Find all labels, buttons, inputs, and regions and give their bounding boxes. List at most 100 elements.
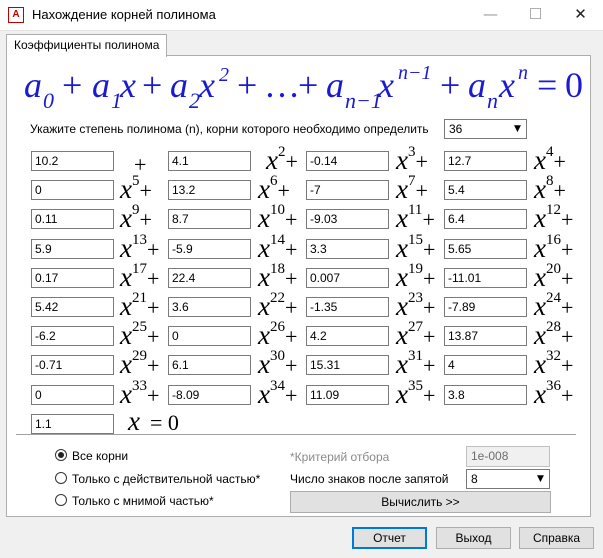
- coefficient-input[interactable]: [31, 355, 114, 375]
- coefficient-input[interactable]: [306, 180, 389, 200]
- window-title: Нахождение корней полинома: [32, 7, 216, 22]
- tab-coefficients[interactable]: Коэффициенты полинома: [6, 34, 168, 57]
- polynomial-term: x20+: [534, 261, 574, 292]
- polynomial-term: x32+: [534, 348, 574, 379]
- polynomial-term: x23+: [396, 290, 436, 321]
- maximize-button[interactable]: ☐: [513, 0, 558, 30]
- coefficient-input[interactable]: [444, 385, 527, 405]
- help-button[interactable]: Справка: [519, 527, 594, 549]
- polynomial-term: x25+: [120, 319, 160, 350]
- polynomial-term: x24+: [534, 290, 574, 321]
- coefficient-input[interactable]: [31, 209, 114, 229]
- coefficient-input[interactable]: [168, 180, 251, 200]
- polynomial-term: x6+: [258, 173, 290, 204]
- radio-all-roots[interactable]: [55, 449, 67, 461]
- polynomial-term: x30+: [258, 348, 298, 379]
- coefficient-input[interactable]: [306, 385, 389, 405]
- coefficient-input[interactable]: [444, 209, 527, 229]
- coefficient-input[interactable]: [168, 326, 251, 346]
- close-button[interactable]: ✕: [558, 0, 603, 30]
- polynomial-term: x5+: [120, 173, 152, 204]
- coefficient-input[interactable]: [31, 151, 114, 171]
- degree-label: Укажите степень полинома (n), корни кото…: [30, 122, 429, 136]
- polynomial-term: x = 0: [128, 406, 179, 436]
- coefficient-input[interactable]: [168, 239, 251, 259]
- polynomial-term: x36+: [534, 378, 574, 409]
- coefficient-input[interactable]: [306, 151, 389, 171]
- coefficient-input[interactable]: [168, 355, 251, 375]
- polynomial-term: x22+: [258, 290, 298, 321]
- radio-real-part[interactable]: [55, 472, 67, 484]
- dropdown-arrow-icon: ▼: [509, 121, 525, 137]
- polynomial-term: x10+: [258, 202, 298, 233]
- coefficient-input[interactable]: [306, 297, 389, 317]
- coefficient-input[interactable]: [31, 297, 114, 317]
- polynomial-term: x31+: [396, 348, 436, 379]
- polynomial-term: x27+: [396, 319, 436, 350]
- coefficient-input[interactable]: [31, 239, 114, 259]
- coefficient-input[interactable]: [306, 239, 389, 259]
- minimize-button[interactable]: —: [468, 0, 513, 30]
- polynomial-term: x35+: [396, 378, 436, 409]
- coefficient-input[interactable]: [31, 414, 114, 434]
- polynomial-term: x28+: [534, 319, 574, 350]
- polynomial-term: x3+: [396, 144, 428, 175]
- coefficient-input[interactable]: [444, 151, 527, 171]
- precision-label: Число знаков после запятой: [290, 472, 449, 486]
- precision-select[interactable]: 8 ▼: [466, 469, 550, 489]
- degree-select[interactable]: 36 ▼: [444, 119, 527, 139]
- coefficient-input[interactable]: [306, 268, 389, 288]
- dropdown-arrow-icon: ▼: [532, 471, 548, 487]
- coefficient-input[interactable]: [168, 385, 251, 405]
- coefficient-input[interactable]: [444, 268, 527, 288]
- coefficient-input[interactable]: [306, 209, 389, 229]
- coefficient-input[interactable]: [444, 297, 527, 317]
- polynomial-term: x21+: [120, 290, 160, 321]
- polynomial-term: x8+: [534, 173, 566, 204]
- polynomial-term: x4+: [534, 144, 566, 175]
- report-button[interactable]: Отчет: [352, 527, 427, 549]
- compute-button[interactable]: Вычислить >>: [290, 491, 551, 513]
- polynomial-term: x33+: [120, 378, 160, 409]
- radio-real-part-label[interactable]: Только с действительной частью*: [72, 472, 260, 486]
- coefficient-input[interactable]: [31, 385, 114, 405]
- degree-value: 36: [449, 122, 463, 136]
- precision-value: 8: [471, 472, 478, 486]
- polynomial-app-icon[interactable]: A: [8, 7, 24, 23]
- coefficient-input[interactable]: [168, 268, 251, 288]
- coefficient-input[interactable]: [306, 326, 389, 346]
- coefficient-input[interactable]: [306, 355, 389, 375]
- polynomial-term: x26+: [258, 319, 298, 350]
- polynomial-term: x2+: [266, 144, 298, 175]
- polynomial-term: x12+: [534, 202, 574, 233]
- coefficient-input[interactable]: [168, 297, 251, 317]
- polynomial-term: x9+: [120, 202, 152, 233]
- polynomial-term: x14+: [258, 232, 298, 263]
- coefficient-input[interactable]: [444, 239, 527, 259]
- polynomial-term: x17+: [120, 261, 160, 292]
- title-bar: A Нахождение корней полинома — ☐ ✕: [0, 0, 603, 31]
- polynomial-term: x19+: [396, 261, 436, 292]
- polynomial-term: x18+: [258, 261, 298, 292]
- polynomial-term: x16+: [534, 232, 574, 263]
- polynomial-term: x13+: [120, 232, 160, 263]
- coefficient-input[interactable]: [168, 209, 251, 229]
- coefficient-input[interactable]: [31, 268, 114, 288]
- polynomial-term: x11+: [396, 202, 435, 233]
- coefficient-input[interactable]: [168, 151, 251, 171]
- polynomial-term: x7+: [396, 173, 428, 204]
- radio-all-roots-label[interactable]: Все корни: [72, 449, 128, 463]
- polynomial-term: x34+: [258, 378, 298, 409]
- coefficient-input[interactable]: [31, 326, 114, 346]
- polynomial-term: x29+: [120, 348, 160, 379]
- exit-button[interactable]: Выход: [436, 527, 511, 549]
- radio-imag-part[interactable]: [55, 494, 67, 506]
- coefficient-input[interactable]: [444, 180, 527, 200]
- coefficient-input[interactable]: [444, 355, 527, 375]
- radio-imag-part-label[interactable]: Только с мнимой частью*: [72, 494, 214, 508]
- coefficient-input[interactable]: [444, 326, 527, 346]
- criterion-label: *Критерий отбора: [290, 450, 390, 464]
- criterion-field: 1e-008: [466, 446, 550, 467]
- separator: [16, 434, 576, 436]
- coefficient-input[interactable]: [31, 180, 114, 200]
